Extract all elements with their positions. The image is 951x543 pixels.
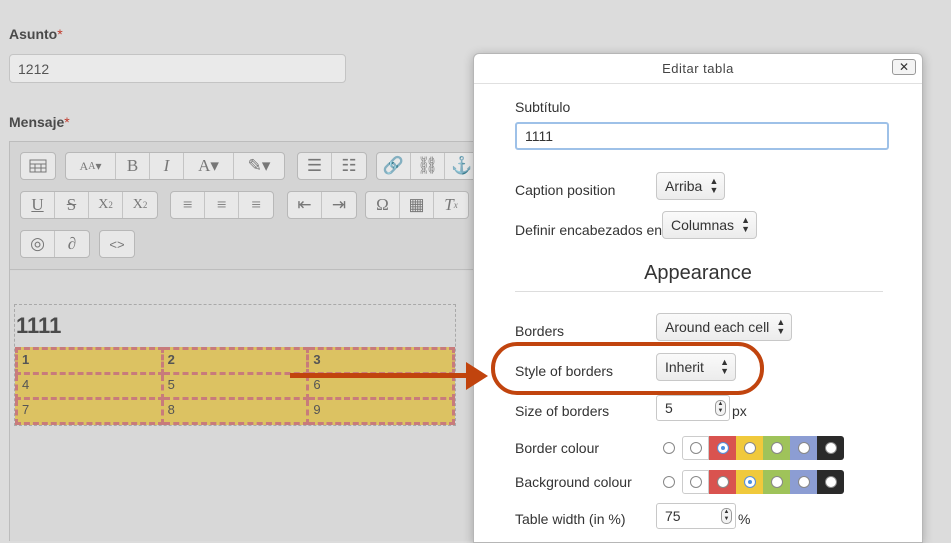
- spinner-icon[interactable]: ▲ ▼: [721, 508, 732, 524]
- table-cell[interactable]: 5: [160, 372, 310, 400]
- caption-position-select[interactable]: Arriba ▲ ▼: [656, 172, 726, 200]
- table-cell[interactable]: 9: [306, 397, 455, 425]
- code-icon[interactable]: <>: [100, 231, 134, 257]
- italic-icon[interactable]: I: [150, 153, 184, 179]
- updown-icon: ▲ ▼: [709, 176, 719, 195]
- visibility-icon[interactable]: ◎: [21, 231, 55, 257]
- align-center-icon[interactable]: ≡: [205, 192, 239, 218]
- subscript-icon[interactable]: X2: [89, 192, 123, 218]
- borders-label: Borders: [515, 323, 565, 339]
- clear-format-icon[interactable]: Tx: [434, 192, 468, 218]
- hearing-icon[interactable]: ∂: [55, 231, 89, 257]
- strikethrough-icon[interactable]: S: [55, 192, 89, 218]
- underline-icon[interactable]: U: [21, 192, 55, 218]
- close-button[interactable]: ✕: [892, 59, 916, 75]
- colour-swatch-yellow[interactable]: [736, 470, 763, 494]
- spinner-icon[interactable]: ▲ ▼: [715, 400, 726, 416]
- size-unit: px: [732, 403, 747, 419]
- align-right-icon[interactable]: ≡: [239, 192, 273, 218]
- table-cell[interactable]: 1: [15, 347, 164, 375]
- background-colour-label: Background colour: [515, 474, 632, 490]
- colour-swatch-black[interactable]: [817, 470, 844, 494]
- link-icon[interactable]: 🔗: [377, 153, 411, 179]
- colour-swatch-blue[interactable]: [790, 470, 817, 494]
- size-of-borders-input[interactable]: 5 ▲ ▼: [656, 395, 730, 421]
- message-editor[interactable]: A A ▾ B I A▾ ✎▾ ☰ ☷ 🔗 ⛓ ⚓ U S X2 X2 ≡ ≡ ≡ …: [9, 141, 489, 541]
- omega-icon[interactable]: Ω: [366, 192, 400, 218]
- table-icon[interactable]: [21, 153, 55, 179]
- table-cell[interactable]: 8: [160, 397, 310, 425]
- bullet-list-icon[interactable]: ☰: [298, 153, 332, 179]
- colour-swatch-white[interactable]: [682, 470, 709, 494]
- align-left-icon[interactable]: ≡: [171, 192, 205, 218]
- table-caption: 1111: [16, 313, 62, 338]
- edit-table-dialog: Editar tabla ✕ Subtítulo 1111 Caption po…: [473, 53, 923, 543]
- colour-swatch-yellow[interactable]: [736, 436, 763, 460]
- headers-label: Definir encabezados en: [515, 222, 663, 238]
- annotation-arrow-line: [290, 373, 470, 378]
- table-grid: 1 2 3 4 5 6 7 8 9: [15, 347, 455, 425]
- colour-swatch-none[interactable]: [656, 436, 682, 460]
- updown-icon: ▲ ▼: [741, 215, 751, 234]
- message-label: Mensaje*: [9, 114, 70, 130]
- table-row: 1 2 3: [15, 347, 455, 375]
- table-cell[interactable]: 7: [15, 397, 164, 425]
- table-grid-icon[interactable]: ▦: [400, 192, 434, 218]
- colour-swatch-green[interactable]: [763, 436, 790, 460]
- borders-select[interactable]: Around each cell ▲ ▼: [656, 313, 793, 341]
- font-size-icon[interactable]: A A ▾: [66, 153, 116, 179]
- subtitle-label: Subtítulo: [515, 99, 571, 115]
- editor-toolbar: A A ▾ B I A▾ ✎▾ ☰ ☷ 🔗 ⛓ ⚓ U S X2 X2 ≡ ≡ ≡ …: [10, 142, 488, 270]
- caption-position-label: Caption position: [515, 182, 616, 198]
- font-color-icon[interactable]: A▾: [184, 153, 234, 179]
- superscript-icon[interactable]: X2: [123, 192, 157, 218]
- border-colour-picker: [656, 436, 844, 460]
- content-table[interactable]: 1111 1 2 3 4 5 6 7 8 9: [14, 304, 456, 426]
- colour-swatch-none[interactable]: [656, 470, 682, 494]
- subject-input[interactable]: 1212: [9, 54, 346, 83]
- outdent-icon[interactable]: ⇤: [288, 192, 322, 218]
- size-of-borders-label: Size of borders: [515, 403, 610, 419]
- subtitle-input[interactable]: 1111: [515, 122, 889, 150]
- updown-icon: ▲ ▼: [776, 317, 786, 336]
- background-colour-picker: [656, 470, 844, 494]
- numbered-list-icon[interactable]: ☷: [332, 153, 366, 179]
- border-colour-label: Border colour: [515, 440, 600, 456]
- appearance-heading: Appearance: [644, 262, 752, 284]
- bold-icon[interactable]: B: [116, 153, 150, 179]
- divider: [515, 291, 883, 292]
- indent-icon[interactable]: ⇥: [322, 192, 356, 218]
- unlink-icon[interactable]: ⛓: [411, 153, 445, 179]
- colour-swatch-red[interactable]: [709, 436, 736, 460]
- colour-swatch-green[interactable]: [763, 470, 790, 494]
- highlight-icon[interactable]: ✎▾: [234, 153, 284, 179]
- table-row: 7 8 9: [15, 397, 455, 425]
- table-cell[interactable]: 4: [15, 372, 164, 400]
- table-width-input[interactable]: 75 ▲ ▼: [656, 503, 736, 529]
- subject-label: Asunto*: [9, 26, 63, 42]
- table-width-label: Table width (in %): [515, 511, 626, 527]
- colour-swatch-blue[interactable]: [790, 436, 817, 460]
- dialog-title: Editar tabla: [474, 54, 922, 84]
- colour-swatch-red[interactable]: [709, 470, 736, 494]
- colour-swatch-black[interactable]: [817, 436, 844, 460]
- headers-select[interactable]: Columnas ▲ ▼: [662, 211, 758, 239]
- editor-content[interactable]: 1111 1 2 3 4 5 6 7 8 9: [10, 271, 488, 541]
- colour-swatch-white[interactable]: [682, 436, 709, 460]
- table-cell[interactable]: 3: [306, 347, 455, 375]
- width-unit: %: [738, 511, 751, 527]
- annotation-arrow-icon: [466, 362, 488, 390]
- table-cell[interactable]: 2: [160, 347, 310, 375]
- annotation-highlight: [491, 342, 764, 395]
